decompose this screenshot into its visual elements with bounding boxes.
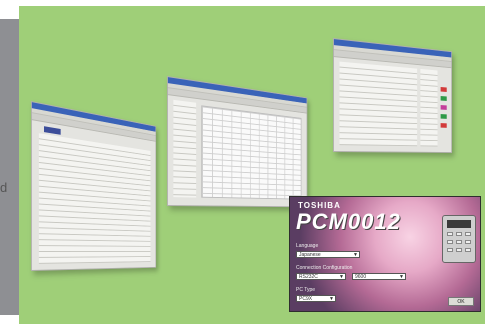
window-list [38,133,151,264]
status-marker [440,123,447,128]
chevron-down-icon: ▼ [339,274,344,280]
calculator-key [447,240,453,244]
editor-grid [201,105,302,200]
calculator-image [442,215,476,263]
product-title: PCM0012 [296,209,401,234]
calculator-key [456,232,462,236]
chevron-down-icon: ▼ [329,296,334,302]
calculator-key [447,232,453,236]
cut-off-text: d [0,180,8,195]
status-marker [440,105,447,110]
status-marker [440,96,447,101]
calculator-key [456,240,462,244]
window-table-values [420,68,438,147]
port-value: RS232C [299,274,318,280]
window-side-panel [173,99,197,198]
product-illustration: TOSHIBA PCM0012 Language Japanese ▼ Conn… [19,6,485,324]
setup-dialog: TOSHIBA PCM0012 Language Japanese ▼ Conn… [289,196,481,312]
baud-value: 9600 [355,274,367,280]
status-marker [440,114,447,119]
baud-select[interactable]: 9600 ▼ [352,273,406,280]
ok-button[interactable]: OK [448,297,474,306]
port-select[interactable]: RS232C ▼ [296,273,346,280]
chevron-down-icon: ▼ [399,274,404,280]
calculator-key [456,248,462,252]
calculator-key [447,248,453,252]
connection-label: Connection Configuration [296,265,353,271]
pc-type-select[interactable]: PC9X ▼ [296,295,336,302]
window-grid-editor [167,76,308,208]
calculator-key [465,240,471,244]
pc-type-value: PC9X [299,296,313,302]
language-select[interactable]: Japanese ▼ [296,251,360,258]
status-marker [440,87,447,92]
chevron-down-icon: ▼ [353,252,358,258]
pc-type-label: PC Type [296,287,316,293]
calculator-key [465,232,471,236]
calculator-screen [447,220,471,228]
window-table [339,61,418,147]
language-value: Japanese [299,252,321,258]
calculator-key [465,248,471,252]
language-label: Language [296,243,319,249]
side-gray-bar [0,19,19,315]
window-table-view [333,38,452,153]
window-list-view [31,101,157,271]
